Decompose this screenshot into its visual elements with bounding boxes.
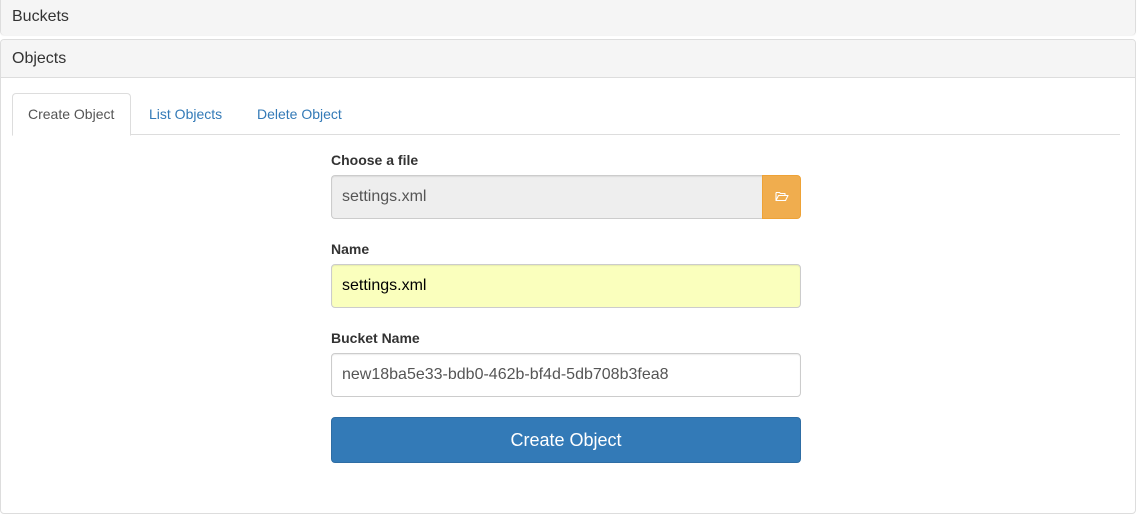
buckets-panel-heading[interactable]: Buckets: [1, 0, 1135, 35]
bucket-name-label: Bucket Name: [331, 330, 420, 346]
tab-list-objects[interactable]: List Objects: [133, 93, 238, 135]
buckets-panel-title: Buckets: [12, 8, 69, 25]
browse-file-button[interactable]: [762, 175, 801, 219]
name-input[interactable]: settings.xml: [331, 264, 801, 308]
objects-panel: Objects Create Object List Objects Delet…: [0, 39, 1136, 514]
buckets-panel: Buckets: [0, 0, 1136, 35]
tab-delete-object[interactable]: Delete Object: [241, 93, 358, 135]
file-path-field[interactable]: settings.xml: [331, 175, 763, 219]
tab-create-object[interactable]: Create Object: [12, 93, 131, 136]
objects-panel-title: Objects: [12, 50, 67, 67]
bucket-name-input[interactable]: new18ba5e33-bdb0-462b-bf4d-5db708b3fea8: [331, 353, 801, 397]
objects-panel-heading[interactable]: Objects: [1, 40, 1135, 78]
create-object-button[interactable]: Create Object: [331, 417, 801, 463]
folder-open-icon: [774, 189, 789, 205]
object-tabs: Create Object List Objects Delete Object: [12, 93, 1120, 136]
file-label: Choose a file: [331, 152, 419, 168]
name-label: Name: [331, 241, 370, 257]
